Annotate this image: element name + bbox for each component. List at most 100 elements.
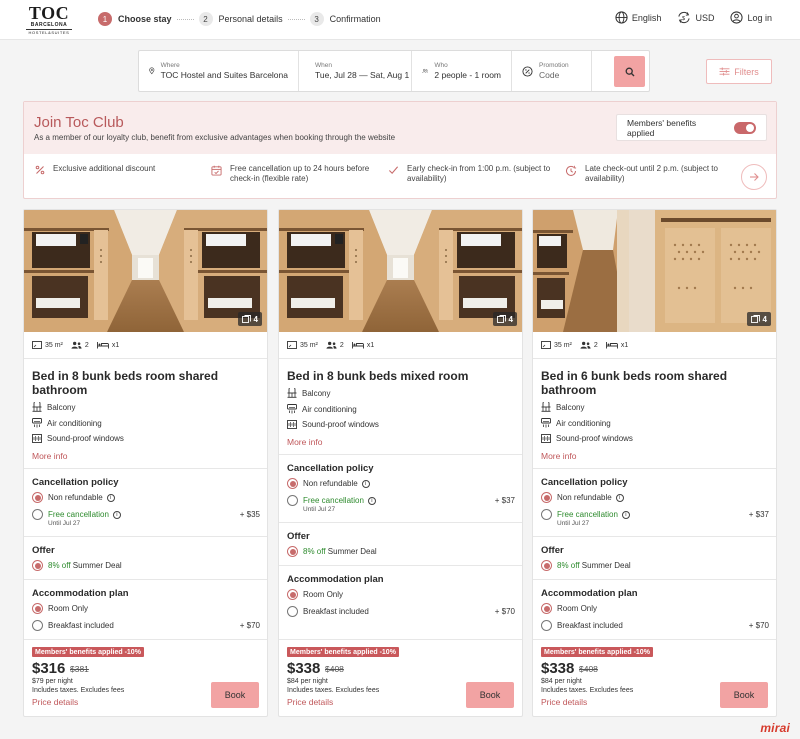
radio-selected[interactable] <box>287 478 298 489</box>
offer-percent: 8% off <box>557 561 580 570</box>
room-price: $338 <box>287 660 321 677</box>
divider <box>24 536 267 537</box>
header-actions: English $ USD Log in <box>599 11 772 24</box>
promo-code-field[interactable]: Promotion Code <box>512 51 592 91</box>
info-icon[interactable]: i <box>615 493 624 502</box>
photo-count-badge[interactable]: 4 <box>492 312 517 326</box>
option-free-cancellation[interactable]: Free cancellation i + $37 <box>541 509 769 520</box>
amenity-air-conditioning: Air conditioning <box>541 418 611 428</box>
members-benefits-toggle[interactable] <box>734 121 756 134</box>
sliders-icon <box>719 67 730 76</box>
radio-selected[interactable] <box>541 492 552 503</box>
where-label: Where <box>160 62 180 69</box>
option-non-refundable[interactable]: Non refundable i <box>541 492 769 503</box>
radio-unselected[interactable] <box>541 509 552 520</box>
language-selector[interactable]: English <box>615 11 661 24</box>
option-free-cancellation[interactable]: Free cancellation i + $37 <box>287 495 515 506</box>
free-cancel-until: Until Jul 27 <box>557 520 590 527</box>
book-button[interactable]: Book <box>466 682 514 708</box>
option-breakfast[interactable]: Breakfast included + $70 <box>541 620 769 631</box>
amenity-soundproof: Sound-proof windows <box>287 420 379 429</box>
more-info-link[interactable]: More info <box>541 451 576 461</box>
price-per-night: $79 per night <box>32 678 73 685</box>
radio-selected[interactable] <box>287 589 298 600</box>
price-details-link[interactable]: Price details <box>32 697 78 707</box>
room-photo[interactable]: 4 <box>24 210 267 332</box>
photo-count-badge[interactable]: 4 <box>746 312 771 326</box>
radio-unselected[interactable] <box>541 620 552 631</box>
more-info-link[interactable]: More info <box>287 437 322 447</box>
amenity-label: Air conditioning <box>47 418 102 428</box>
radio-unselected[interactable] <box>287 495 298 506</box>
room-guests-value: 2 <box>593 341 598 349</box>
info-icon[interactable]: i <box>112 510 121 519</box>
filters-label: Filters <box>734 66 759 77</box>
radio-unselected[interactable] <box>32 620 43 631</box>
filters-button[interactable]: Filters <box>706 59 772 84</box>
room-photo[interactable]: 4 <box>279 210 522 332</box>
book-button[interactable]: Book <box>720 682 768 708</box>
option-non-refundable[interactable]: Non refundable i <box>32 492 260 503</box>
option-room-only[interactable]: Room Only <box>287 589 515 600</box>
info-icon[interactable]: i <box>621 510 630 519</box>
info-icon[interactable]: i <box>361 479 370 488</box>
room-size-value: 35 m² <box>554 341 572 349</box>
air-conditioning-icon <box>32 418 42 428</box>
photo-count-badge[interactable]: 4 <box>237 312 262 326</box>
who-field[interactable]: Who 2 people - 1 room <box>412 51 512 91</box>
gallery-icon <box>750 315 760 323</box>
perk-text: Late check-out until 2 p.m. (subject to … <box>585 164 718 183</box>
top-header: TOC BARCELONA HOSTEL&SUITES 1 Choose sta… <box>0 0 800 40</box>
currency-selector[interactable]: $ USD <box>677 11 714 24</box>
room-title: Bed in 8 bunk beds room shared bathroom <box>32 369 219 397</box>
info-icon[interactable]: i <box>367 496 376 505</box>
radio-selected[interactable] <box>32 603 43 614</box>
radio-selected[interactable] <box>287 546 298 557</box>
room-guests-value: 2 <box>339 341 344 349</box>
option-non-refundable[interactable]: Non refundable i <box>287 478 515 489</box>
info-icon[interactable]: i <box>106 493 115 502</box>
radio-selected[interactable] <box>32 560 43 571</box>
option-breakfast[interactable]: Breakfast included + $70 <box>32 620 260 631</box>
radio-unselected[interactable] <box>287 606 298 617</box>
amenity-label: Balcony <box>47 402 76 412</box>
promo-input[interactable]: Code <box>539 70 569 81</box>
radio-unselected[interactable] <box>32 509 43 520</box>
when-label: When <box>315 62 332 69</box>
book-button[interactable]: Book <box>211 682 259 708</box>
price-details-link[interactable]: Price details <box>287 697 333 707</box>
room-beds: x1 <box>351 341 374 349</box>
where-field[interactable]: Where TOC Hostel and Suites Barcelona <box>139 51 299 91</box>
clock-icon <box>566 165 577 176</box>
when-field[interactable]: When Tue, Jul 28 — Sat, Aug 1 <box>299 51 412 91</box>
members-discount-badge: Members' benefits applied -10% <box>287 647 399 657</box>
perk-discount: Exclusive additional discount <box>35 164 185 175</box>
option-label: Free cancellation <box>557 510 618 519</box>
radio-selected[interactable] <box>541 560 552 571</box>
option-room-only[interactable]: Room Only <box>32 603 260 614</box>
gallery-icon <box>241 315 251 323</box>
taxes-note: Includes taxes. Excludes fees <box>541 687 634 694</box>
more-info-link[interactable]: More info <box>32 451 67 461</box>
room-specs: 35 m² 2 x1 <box>287 341 382 349</box>
search-button[interactable] <box>614 56 645 87</box>
room-old-price: $381 <box>70 664 89 674</box>
room-beds: x1 <box>605 341 628 349</box>
radio-selected[interactable] <box>32 492 43 503</box>
club-next-button[interactable] <box>741 164 767 190</box>
toc-logo[interactable]: TOC BARCELONA HOSTEL&SUITES <box>26 4 72 36</box>
option-price: + $37 <box>494 496 515 505</box>
option-free-cancellation[interactable]: Free cancellation i + $35 <box>32 509 260 520</box>
price-details-link[interactable]: Price details <box>541 697 587 707</box>
room-photo[interactable]: 4 <box>533 210 776 332</box>
option-room-only[interactable]: Room Only <box>541 603 769 614</box>
amenity-label: Sound-proof windows <box>302 420 379 429</box>
option-offer[interactable]: 8% off Summer Deal <box>32 560 260 571</box>
option-offer[interactable]: 8% off Summer Deal <box>287 546 515 557</box>
login-link[interactable]: Log in <box>730 11 772 24</box>
free-cancel-until: Until Jul 27 <box>303 506 336 513</box>
calendar-check-icon <box>211 165 222 176</box>
option-breakfast[interactable]: Breakfast included + $70 <box>287 606 515 617</box>
radio-selected[interactable] <box>541 603 552 614</box>
option-offer[interactable]: 8% off Summer Deal <box>541 560 769 571</box>
